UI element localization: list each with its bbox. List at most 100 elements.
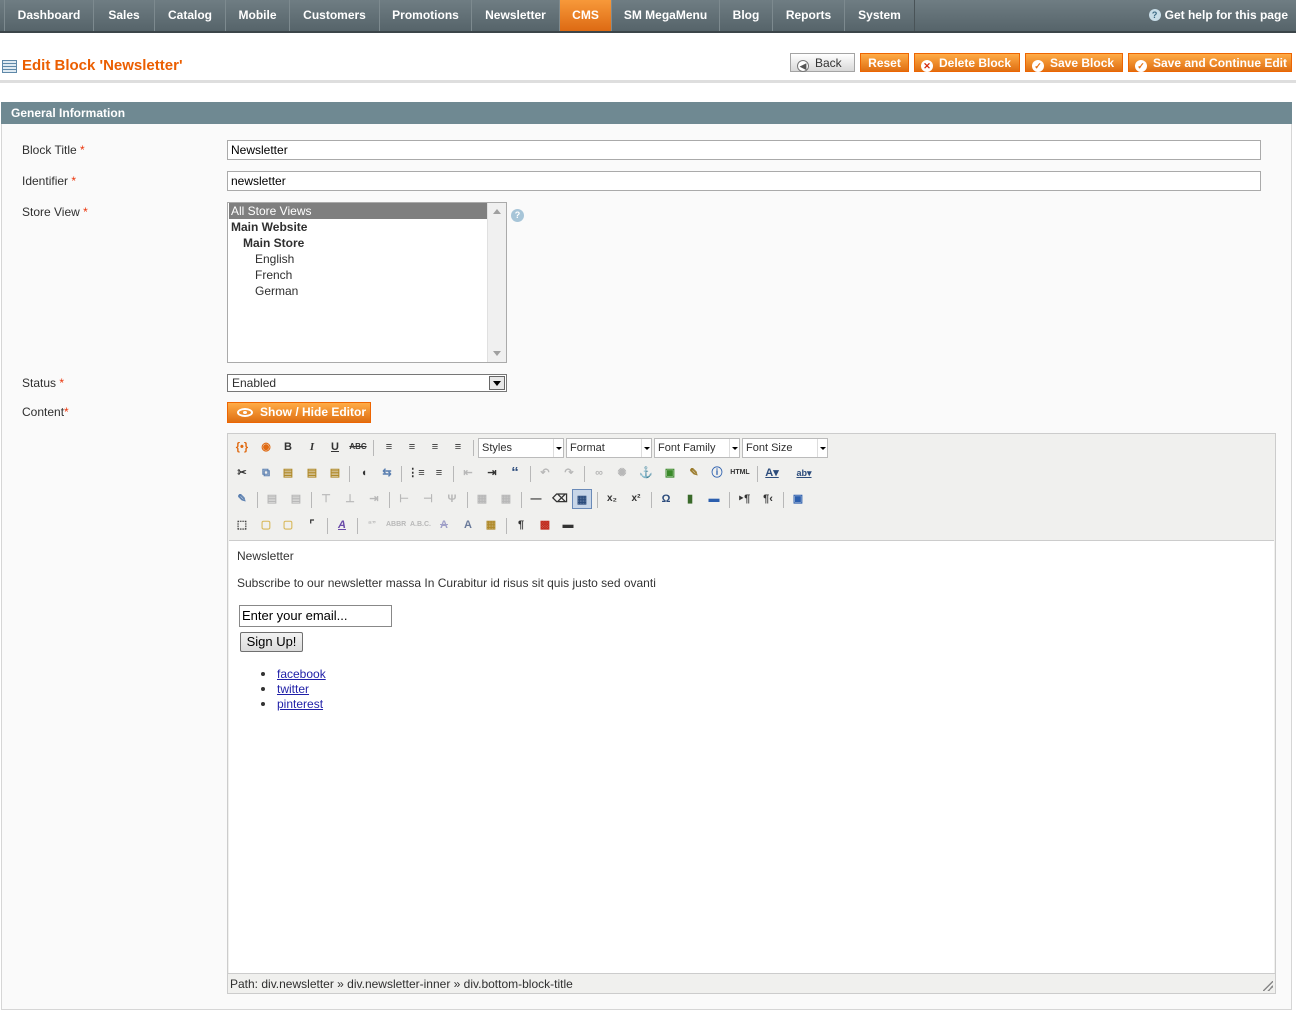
superscript-icon[interactable]: x² [626, 489, 646, 509]
nav-blog[interactable]: Blog [719, 0, 773, 31]
editor-content-area[interactable]: Newsletter Subscribe to our newsletter m… [229, 540, 1274, 973]
format-select[interactable]: Format [566, 438, 652, 458]
save-continue-button[interactable]: ✓ Save and Continue Edit [1128, 53, 1292, 72]
edit-css-icon[interactable]: ✎ [232, 489, 252, 509]
visual-chars-icon[interactable]: ¶ [511, 515, 531, 535]
save-block-button[interactable]: ✓ Save Block [1025, 53, 1123, 72]
unlink-icon[interactable]: ✺ [612, 463, 632, 483]
store-option-store[interactable]: Main Store [229, 235, 304, 251]
undo-icon[interactable]: ↶ [535, 463, 555, 483]
outdent-icon[interactable]: ⇤ [458, 463, 478, 483]
blockquote-icon[interactable]: “ [505, 463, 525, 483]
split-cells-icon[interactable]: ▦ [472, 489, 492, 509]
store-option-german[interactable]: German [229, 283, 298, 299]
paste-word-icon[interactable]: ▤ [325, 463, 345, 483]
merge-cells-icon[interactable]: ▦ [496, 489, 516, 509]
deletion-icon[interactable]: A [434, 515, 454, 535]
move-forward-icon[interactable]: ▢ [256, 515, 276, 535]
rtl-icon[interactable]: ¶‹ [758, 489, 778, 509]
anchor-icon[interactable]: ⚓ [636, 463, 656, 483]
delete-block-button[interactable]: ✕ Delete Block [914, 53, 1020, 72]
nav-customers[interactable]: Customers [289, 0, 380, 31]
attributes-icon[interactable]: ▦ [481, 515, 501, 535]
styles-select[interactable]: Styles [478, 438, 564, 458]
numbered-list-icon[interactable]: ≡ [429, 463, 449, 483]
insertion-icon[interactable]: A [458, 515, 478, 535]
store-view-scrollbar[interactable] [487, 203, 506, 362]
resize-handle-icon[interactable] [1263, 981, 1273, 991]
horizontal-rule-icon[interactable]: — [526, 489, 546, 509]
nav-sm-megamenu[interactable]: SM MegaMenu [611, 0, 720, 31]
store-option-french[interactable]: French [229, 267, 292, 283]
media-icon[interactable]: ▮ [680, 489, 700, 509]
store-view-multiselect[interactable]: All Store Views Main Website Main Store … [227, 202, 507, 363]
store-option-all[interactable]: All Store Views [229, 203, 488, 219]
nav-cms[interactable]: CMS [559, 0, 612, 31]
link-pinterest[interactable]: pinterest [277, 697, 323, 711]
status-select[interactable]: Enabled [227, 374, 507, 392]
font-size-select[interactable]: Font Size [742, 438, 828, 458]
store-option-website[interactable]: Main Website [229, 219, 307, 235]
text-color-icon[interactable]: A▾ [762, 463, 782, 483]
visual-aid-icon[interactable]: ▦ [572, 489, 592, 509]
html-source-icon[interactable]: HTML [730, 463, 750, 483]
move-backward-icon[interactable]: ▢ [278, 515, 298, 535]
store-view-help-icon[interactable]: ? [511, 209, 524, 222]
find-icon[interactable]: ◖ [354, 463, 374, 483]
bullet-list-icon[interactable]: ⋮≡ [406, 463, 426, 483]
paste-icon[interactable]: ▤ [278, 463, 298, 483]
nav-catalog[interactable]: Catalog [154, 0, 226, 31]
absolute-position-icon[interactable]: ⌜ [302, 515, 322, 535]
show-hide-editor-button[interactable]: Show / Hide Editor [227, 402, 371, 423]
image-icon[interactable]: ◉ [256, 437, 276, 457]
nonbreaking-icon[interactable]: ▩ [535, 515, 555, 535]
align-right-icon[interactable]: ≡ [425, 437, 445, 457]
redo-icon[interactable]: ↷ [559, 463, 579, 483]
signup-button[interactable]: Sign Up! [240, 632, 303, 652]
background-color-icon[interactable]: ab▾ [794, 463, 814, 483]
help-icon[interactable]: ⓘ [707, 463, 727, 483]
page-break-icon[interactable]: ▬ [558, 515, 578, 535]
underline-icon[interactable]: U [325, 437, 345, 457]
nav-mobile[interactable]: Mobile [225, 0, 290, 31]
remove-format-icon[interactable]: ⌫ [550, 489, 570, 509]
italic-icon[interactable]: I [302, 437, 322, 457]
cut-icon[interactable]: ✂ [232, 463, 252, 483]
email-field[interactable]: Enter your email... [239, 605, 392, 627]
acronym-icon[interactable]: A.B.C. [410, 515, 431, 535]
nav-newsletter[interactable]: Newsletter [471, 0, 560, 31]
insert-layer-icon[interactable]: ⬚ [232, 515, 252, 535]
row-props-icon[interactable]: ▤ [262, 489, 282, 509]
nav-dashboard[interactable]: Dashboard [4, 0, 94, 31]
strikethrough-icon[interactable]: ABC [348, 437, 368, 457]
reset-button[interactable]: Reset [860, 53, 909, 72]
delete-col-icon[interactable]: Ψ [442, 489, 462, 509]
special-char-icon[interactable]: Ω [656, 489, 676, 509]
insert-row-before-icon[interactable]: ⊤ [316, 489, 336, 509]
fullscreen-toggle-icon[interactable]: ▣ [788, 489, 808, 509]
nav-system[interactable]: System [844, 0, 915, 31]
link-facebook[interactable]: facebook [277, 667, 326, 681]
nav-reports[interactable]: Reports [772, 0, 845, 31]
chevron-down-icon[interactable] [489, 376, 505, 390]
indent-icon[interactable]: ⇥ [482, 463, 502, 483]
link-twitter[interactable]: twitter [277, 682, 309, 696]
cite-icon[interactable]: “” [362, 515, 382, 535]
insert-image-icon[interactable]: ▣ [660, 463, 680, 483]
ltr-icon[interactable]: ‣¶ [734, 489, 754, 509]
nav-sales[interactable]: Sales [93, 0, 155, 31]
style-props-icon[interactable]: A [332, 515, 352, 535]
full-screen-icon[interactable]: ▬ [704, 489, 724, 509]
copy-icon[interactable]: ⧉ [256, 463, 276, 483]
align-center-icon[interactable]: ≡ [402, 437, 422, 457]
scroll-down-icon[interactable] [493, 351, 501, 356]
widget-icon[interactable]: {•} [232, 437, 252, 457]
bold-icon[interactable]: B [278, 437, 298, 457]
align-left-icon[interactable]: ≡ [379, 437, 399, 457]
insert-row-after-icon[interactable]: ⊥ [340, 489, 360, 509]
help-link[interactable]: ? Get help for this page [1148, 0, 1288, 31]
insert-col-after-icon[interactable]: ⊣ [418, 489, 438, 509]
insert-col-before-icon[interactable]: ⊢ [394, 489, 414, 509]
back-button[interactable]: ◀ Back [790, 53, 855, 72]
subscript-icon[interactable]: x₂ [602, 489, 622, 509]
